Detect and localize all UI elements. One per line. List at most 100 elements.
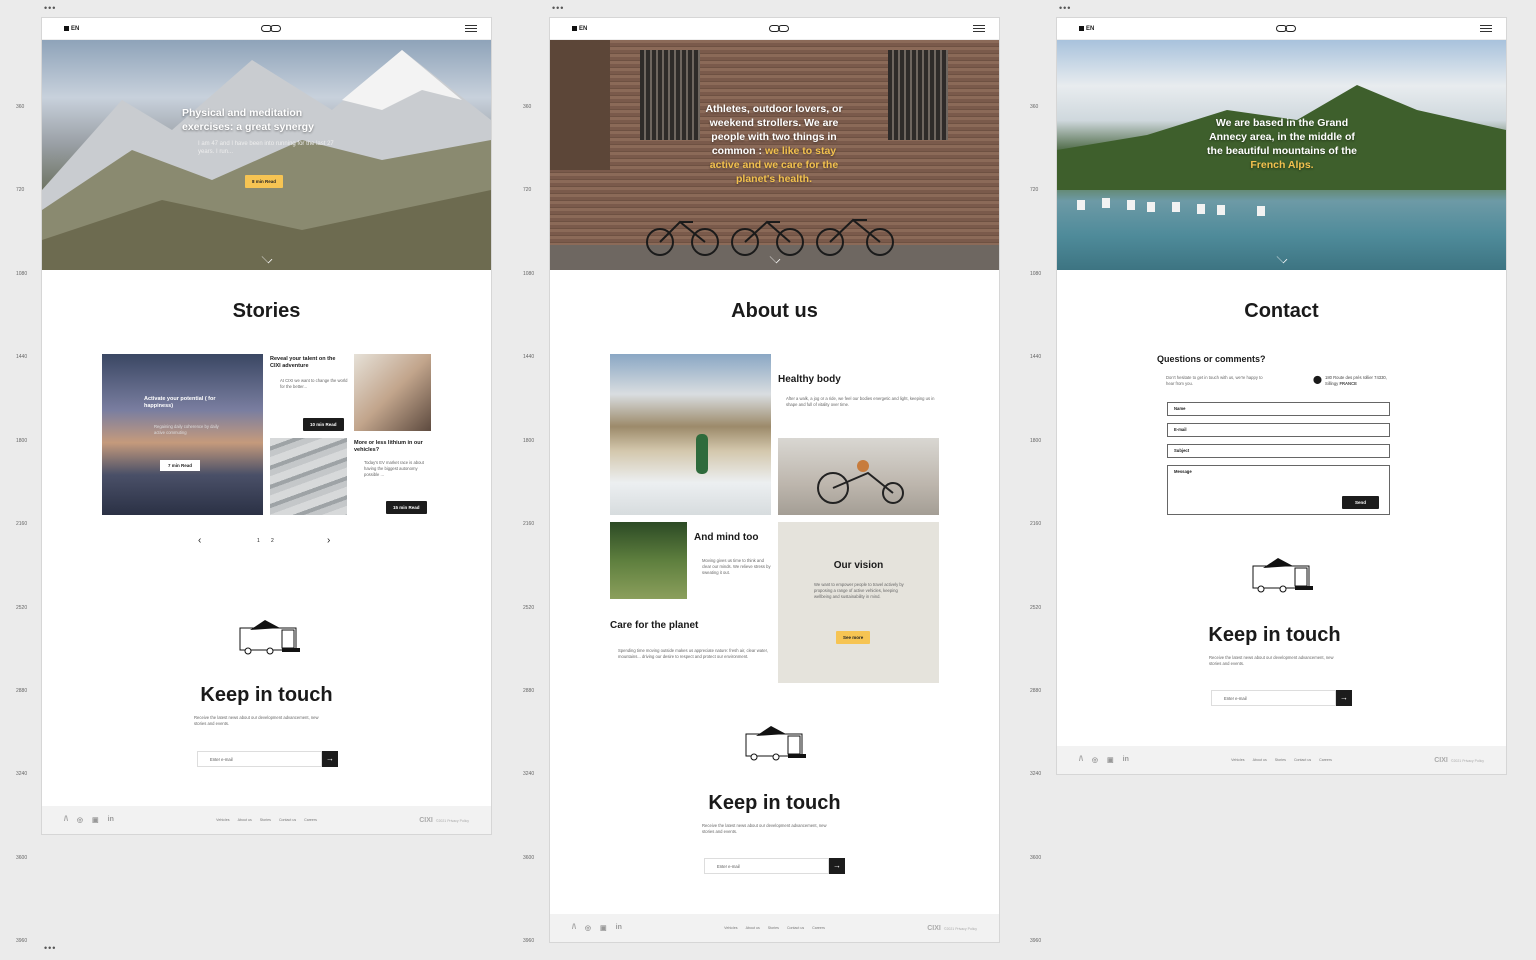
- see-more-button[interactable]: See more: [836, 631, 871, 644]
- section-title: Care for the planet: [610, 620, 699, 631]
- strava-icon[interactable]: /\: [1079, 756, 1083, 764]
- footer-link[interactable]: Careers: [1319, 758, 1332, 762]
- email-field[interactable]: E-mail: [1167, 423, 1390, 437]
- ruler-mark: 1440: [16, 354, 28, 360]
- ruler-mark: 1440: [1030, 354, 1042, 360]
- footer-link[interactable]: Vehicles: [1231, 758, 1244, 762]
- top-bar: EN: [550, 18, 999, 40]
- footer-link[interactable]: Contact us: [787, 926, 804, 930]
- story-image-workshop[interactable]: [354, 354, 431, 431]
- footer-brand: CIXI ©2021 Privacy Policy: [1434, 757, 1484, 764]
- footer-link[interactable]: About us: [1253, 758, 1267, 762]
- read-button[interactable]: 10 min Read: [303, 418, 344, 431]
- strava-icon[interactable]: /\: [572, 924, 576, 932]
- footer-link[interactable]: Stories: [1275, 758, 1286, 762]
- language-label: EN: [71, 25, 80, 32]
- footer-logo[interactable]: CIXI: [419, 817, 433, 824]
- footer: /\ ◎ ▣ in Vehicles About us Stories Cont…: [42, 806, 491, 834]
- submit-arrow-icon[interactable]: →: [1336, 690, 1352, 706]
- footer-link[interactable]: About us: [238, 818, 252, 822]
- footer-link[interactable]: Stories: [768, 926, 779, 930]
- story-excerpt: At CIXI we want to change the world for …: [280, 378, 348, 389]
- story-image-batteries[interactable]: [270, 438, 347, 515]
- medium-icon[interactable]: ▣: [600, 924, 607, 932]
- language-switch[interactable]: EN: [572, 26, 587, 32]
- footer-link[interactable]: Vehicles: [724, 926, 737, 930]
- send-button[interactable]: Send: [1342, 496, 1380, 509]
- ruler-mark: 2880: [523, 688, 535, 694]
- footer-link[interactable]: Contact us: [1294, 758, 1311, 762]
- strava-icon[interactable]: /\: [64, 816, 68, 824]
- frame-menu-dots[interactable]: •••: [1059, 3, 1071, 13]
- hero-title: Physical and meditation exercises: a gre…: [182, 107, 314, 133]
- language-switch[interactable]: EN: [64, 26, 79, 32]
- subject-field[interactable]: Subject: [1167, 444, 1390, 458]
- newsletter-title: Keep in touch: [708, 792, 841, 814]
- menu-icon[interactable]: [1480, 23, 1492, 35]
- ruler-mark: 3240: [16, 771, 28, 777]
- hero-read-button[interactable]: 8 min Read: [245, 175, 284, 188]
- footer-legal[interactable]: ©2021 Privacy Policy: [1451, 759, 1484, 763]
- ruler-mark: 2520: [16, 605, 28, 611]
- about-image-vehicle: [778, 438, 939, 515]
- newsletter-text: Receive the latest news about our develo…: [702, 823, 827, 834]
- footer-logo[interactable]: CIXI: [1434, 757, 1448, 764]
- page-number[interactable]: 1: [257, 538, 260, 544]
- frame-menu-dots[interactable]: •••: [552, 3, 564, 13]
- ruler-mark: 3960: [1030, 938, 1042, 944]
- menu-icon[interactable]: [973, 23, 985, 35]
- social-icons: /\ ◎ ▣ in: [64, 816, 114, 824]
- medium-icon[interactable]: ▣: [1107, 756, 1114, 764]
- ruler-mark: 3240: [523, 771, 535, 777]
- footer-link[interactable]: Vehicles: [216, 818, 229, 822]
- story-title: Activate your potential ( for happiness): [144, 396, 216, 409]
- instagram-icon[interactable]: ◎: [585, 924, 591, 932]
- frame-menu-dots[interactable]: •••: [44, 943, 56, 953]
- ruler-mark: 2520: [523, 605, 535, 611]
- ruler-mark: 2880: [1030, 688, 1042, 694]
- linkedin-icon[interactable]: in: [108, 816, 114, 824]
- footer-logo[interactable]: CIXI: [927, 925, 941, 932]
- email-input[interactable]: Enter e-mail: [704, 858, 829, 874]
- next-page-icon[interactable]: ›: [327, 535, 330, 546]
- submit-arrow-icon[interactable]: →: [322, 751, 338, 767]
- cixi-logo[interactable]: [769, 25, 790, 32]
- ruler-mark: 720: [16, 187, 25, 193]
- email-input[interactable]: Enter e-mail: [197, 751, 322, 767]
- read-button[interactable]: 15 min Read: [386, 501, 427, 514]
- hero-title-highlight: French Alps.: [1250, 159, 1314, 171]
- footer-link[interactable]: Careers: [304, 818, 317, 822]
- name-field[interactable]: Name: [1167, 402, 1390, 416]
- story-title: Reveal your talent on the CIXI adventure: [270, 356, 336, 369]
- cixi-logo[interactable]: [1276, 25, 1297, 32]
- page-number[interactable]: 2: [271, 538, 274, 544]
- linkedin-icon[interactable]: in: [616, 924, 622, 932]
- submit-arrow-icon[interactable]: →: [829, 858, 845, 874]
- cixi-logo[interactable]: [261, 25, 282, 32]
- footer-link[interactable]: About us: [746, 926, 760, 930]
- prev-page-icon[interactable]: ‹: [198, 535, 201, 546]
- read-button[interactable]: 7 min Read: [160, 460, 201, 471]
- linkedin-icon[interactable]: in: [1123, 756, 1129, 764]
- frame-menu-dots[interactable]: •••: [44, 3, 56, 13]
- ruler-mark: 1080: [1030, 271, 1042, 277]
- ruler-mark: 2520: [1030, 605, 1042, 611]
- footer-legal[interactable]: ©2021 Privacy Policy: [944, 927, 977, 931]
- instagram-icon[interactable]: ◎: [77, 816, 83, 824]
- language-switch[interactable]: EN: [1079, 26, 1094, 32]
- footer-link[interactable]: Contact us: [279, 818, 296, 822]
- email-input[interactable]: Enter e-mail: [1211, 690, 1336, 706]
- instagram-icon[interactable]: ◎: [1092, 756, 1098, 764]
- footer-legal[interactable]: ©2021 Privacy Policy: [436, 819, 469, 823]
- vehicle-illustration: [239, 620, 300, 655]
- location-pin-icon: ⬤: [1313, 375, 1322, 384]
- ruler-mark: 3960: [523, 938, 535, 944]
- section-text: After a walk, a jog or a ride, we feel o…: [786, 396, 935, 407]
- footer-link[interactable]: Careers: [812, 926, 825, 930]
- medium-icon[interactable]: ▣: [92, 816, 99, 824]
- footer-link[interactable]: Stories: [260, 818, 271, 822]
- story-card-featured[interactable]: Activate your potential ( for happiness)…: [102, 354, 263, 515]
- ruler-mark: 360: [16, 104, 25, 110]
- stories-page-frame: EN Physical and meditation exercises: a …: [42, 18, 491, 834]
- menu-icon[interactable]: [465, 23, 477, 35]
